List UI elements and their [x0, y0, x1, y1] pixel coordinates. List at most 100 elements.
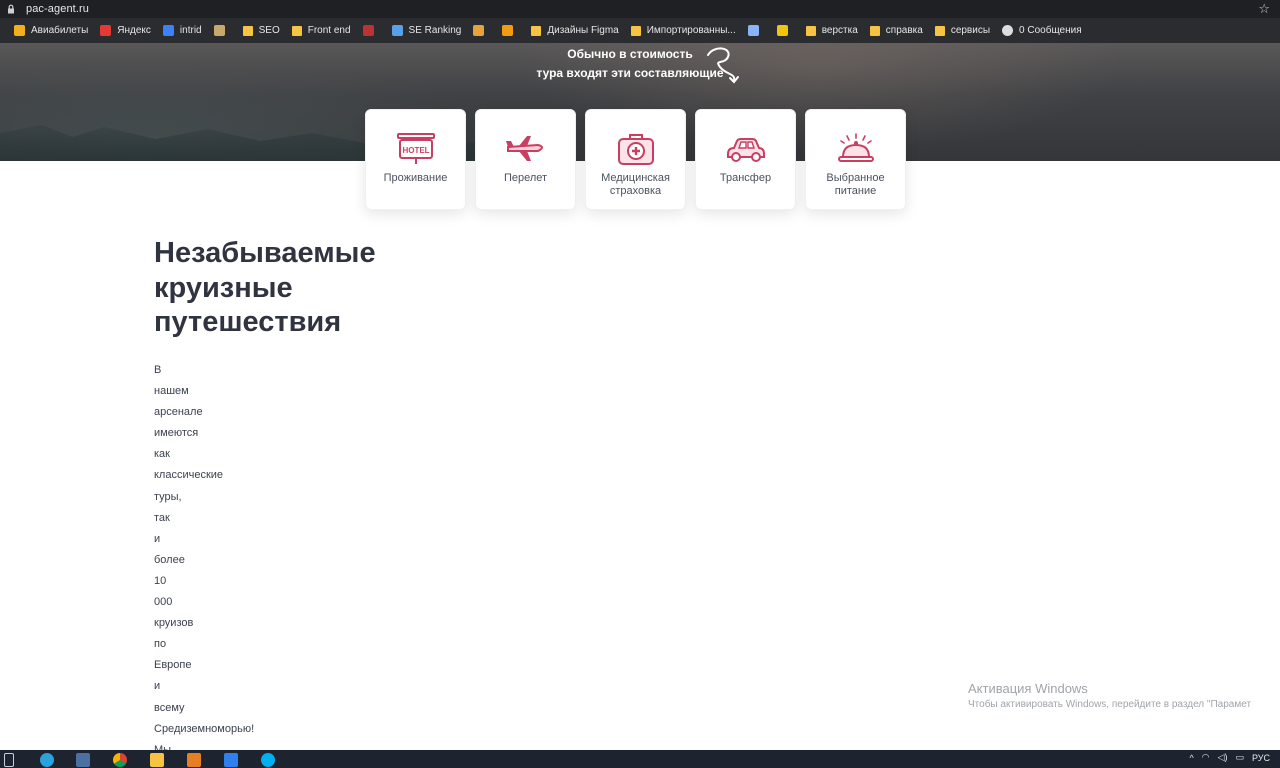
- folder-icon: [242, 25, 253, 36]
- service-card-transfer: Трансфер: [695, 109, 796, 210]
- folder-icon: [531, 25, 542, 36]
- bookmark-label: Дизайны Figma: [547, 25, 619, 36]
- bookmark-item[interactable]: [362, 25, 380, 36]
- hotel-sign-icon: HOTEL: [396, 133, 435, 164]
- bookmark-item[interactable]: [776, 25, 794, 36]
- bookmark-item[interactable]: верстка: [805, 25, 858, 36]
- code-bookmark-icon: [362, 25, 374, 36]
- bookmarks-bar: Авиабилеты Яндекс intrid SEO Front end SE Ran…: [0, 18, 1280, 43]
- file-explorer-icon[interactable]: [150, 753, 164, 767]
- paragraph-word: и: [154, 532, 161, 545]
- bookmark-item[interactable]: intrid: [162, 25, 202, 36]
- windows-taskbar: ^ ◠ ◁) ▭ РУС: [0, 750, 1280, 768]
- bookmark-label: 0 Сообщения: [1019, 25, 1082, 36]
- bookmark-item[interactable]: [502, 25, 519, 36]
- folder-icon: [869, 25, 880, 36]
- paragraph-word: В: [154, 364, 162, 376]
- telegram-icon[interactable]: [40, 753, 54, 767]
- bookmark-item[interactable]: SE Ranking: [391, 25, 462, 36]
- bookmark-item[interactable]: SEO: [242, 25, 280, 36]
- medical-kit-icon: [617, 134, 654, 165]
- bookmark-label: сервисы: [950, 25, 991, 36]
- folder-icon: [805, 25, 816, 36]
- bookmark-label: справка: [885, 25, 923, 36]
- windows-activation-watermark: Активация Windows Чтобы активировать Win…: [968, 681, 1252, 710]
- bookmark-label: SEO: [258, 25, 280, 36]
- svg-text:HOTEL: HOTEL: [402, 146, 429, 155]
- service-label: Медицинская страховка: [601, 172, 670, 197]
- image-bookmark-icon: [213, 25, 225, 36]
- service-card-meals: Выбранное питание: [805, 109, 906, 210]
- plane-bookmark-icon: [14, 25, 25, 36]
- bookmark-item[interactable]: Авиабилеты: [14, 25, 88, 36]
- folder-icon: [630, 25, 641, 36]
- bookmark-label: верстка: [821, 25, 858, 36]
- paragraph-word: 10: [154, 574, 167, 587]
- task-view-icon[interactable]: [4, 753, 14, 767]
- volume-icon[interactable]: ◁): [1218, 752, 1228, 763]
- bookmark-label: Авиабилеты: [31, 25, 89, 36]
- messages-icon: [1002, 25, 1014, 36]
- curved-arrow-icon: [707, 47, 739, 84]
- lock-icon: [8, 4, 14, 14]
- service-card-flight: Перелет: [475, 109, 576, 210]
- paragraph-word: как: [154, 448, 170, 461]
- paragraph-word: туры,: [154, 490, 182, 503]
- bookmark-item[interactable]: [213, 25, 231, 36]
- paragraph-word: так: [154, 511, 170, 524]
- skype-icon[interactable]: [261, 753, 275, 767]
- paragraph-word: классические: [154, 469, 224, 482]
- bar-chart-icon: [473, 25, 485, 36]
- paragraph-word: всему: [154, 701, 185, 714]
- url-text[interactable]: pac-agent.ru: [26, 3, 89, 15]
- airplane-icon: [505, 136, 543, 161]
- chrome-icon[interactable]: [113, 753, 127, 767]
- paragraph-word: Европе: [154, 659, 192, 672]
- paragraph-word: Средиземноморью!: [154, 722, 255, 735]
- paragraph-word: более: [154, 553, 185, 566]
- sublime-text-icon[interactable]: [187, 753, 201, 767]
- language-indicator[interactable]: РУС: [1252, 753, 1270, 763]
- service-label: Проживание: [383, 172, 448, 184]
- square-bookmark-icon: [502, 25, 514, 36]
- bookmark-item[interactable]: 0 Сообщения: [1002, 25, 1082, 36]
- yandex-icon: [100, 25, 112, 36]
- lightning-bookmark-icon: [776, 25, 788, 36]
- service-label: Перелет: [503, 172, 548, 184]
- vscode-icon[interactable]: [224, 753, 238, 767]
- se-ranking-icon: [391, 25, 403, 36]
- intrid-icon: [162, 25, 174, 36]
- paragraph-word: и: [154, 680, 161, 693]
- folder-icon: [934, 25, 945, 36]
- paragraph-word: 000: [154, 596, 173, 609]
- service-label: Трансфер: [719, 172, 772, 184]
- paragraph-word: нашем: [154, 385, 189, 398]
- folder-icon: [291, 25, 302, 36]
- bookmark-item[interactable]: Front end: [291, 25, 351, 36]
- paragraph-word: круизов: [154, 617, 194, 630]
- section-paragraph: Внашем арсенале имеются как классические туры…: [154, 363, 254, 764]
- car-icon: [726, 138, 765, 162]
- service-label: Выбранное питание: [826, 172, 885, 197]
- bookmark-item[interactable]: Импортированны...: [630, 25, 736, 36]
- paragraph-word: по: [154, 638, 167, 651]
- bookmark-label: SE Ranking: [408, 25, 462, 36]
- system-tray: ^ ◠ ◁) ▭ РУС: [1189, 752, 1270, 763]
- bookmark-item[interactable]: [473, 25, 490, 36]
- bookmark-item[interactable]: справка: [869, 25, 923, 36]
- chevron-up-icon[interactable]: ^: [1189, 753, 1193, 763]
- bookmark-item[interactable]: Яндекс: [100, 25, 151, 36]
- paragraph-word: арсенале: [154, 406, 203, 419]
- paragraph-word: имеются: [154, 427, 199, 440]
- address-bar[interactable]: pac-agent.ru ☆: [0, 0, 1280, 18]
- keyboard-icon[interactable]: ▭: [1235, 752, 1244, 763]
- app-icon[interactable]: [76, 753, 90, 767]
- bookmark-item[interactable]: Дизайны Figma: [531, 25, 619, 36]
- bookmark-label: Импортированны...: [646, 25, 736, 36]
- cube-bookmark-icon: [747, 25, 759, 36]
- bookmark-item[interactable]: [747, 25, 765, 36]
- bookmark-star-icon[interactable]: ☆: [1258, 1, 1270, 17]
- bookmark-item[interactable]: сервисы: [934, 25, 991, 36]
- food-cloche-icon: [837, 133, 874, 162]
- network-icon[interactable]: ◠: [1202, 752, 1210, 763]
